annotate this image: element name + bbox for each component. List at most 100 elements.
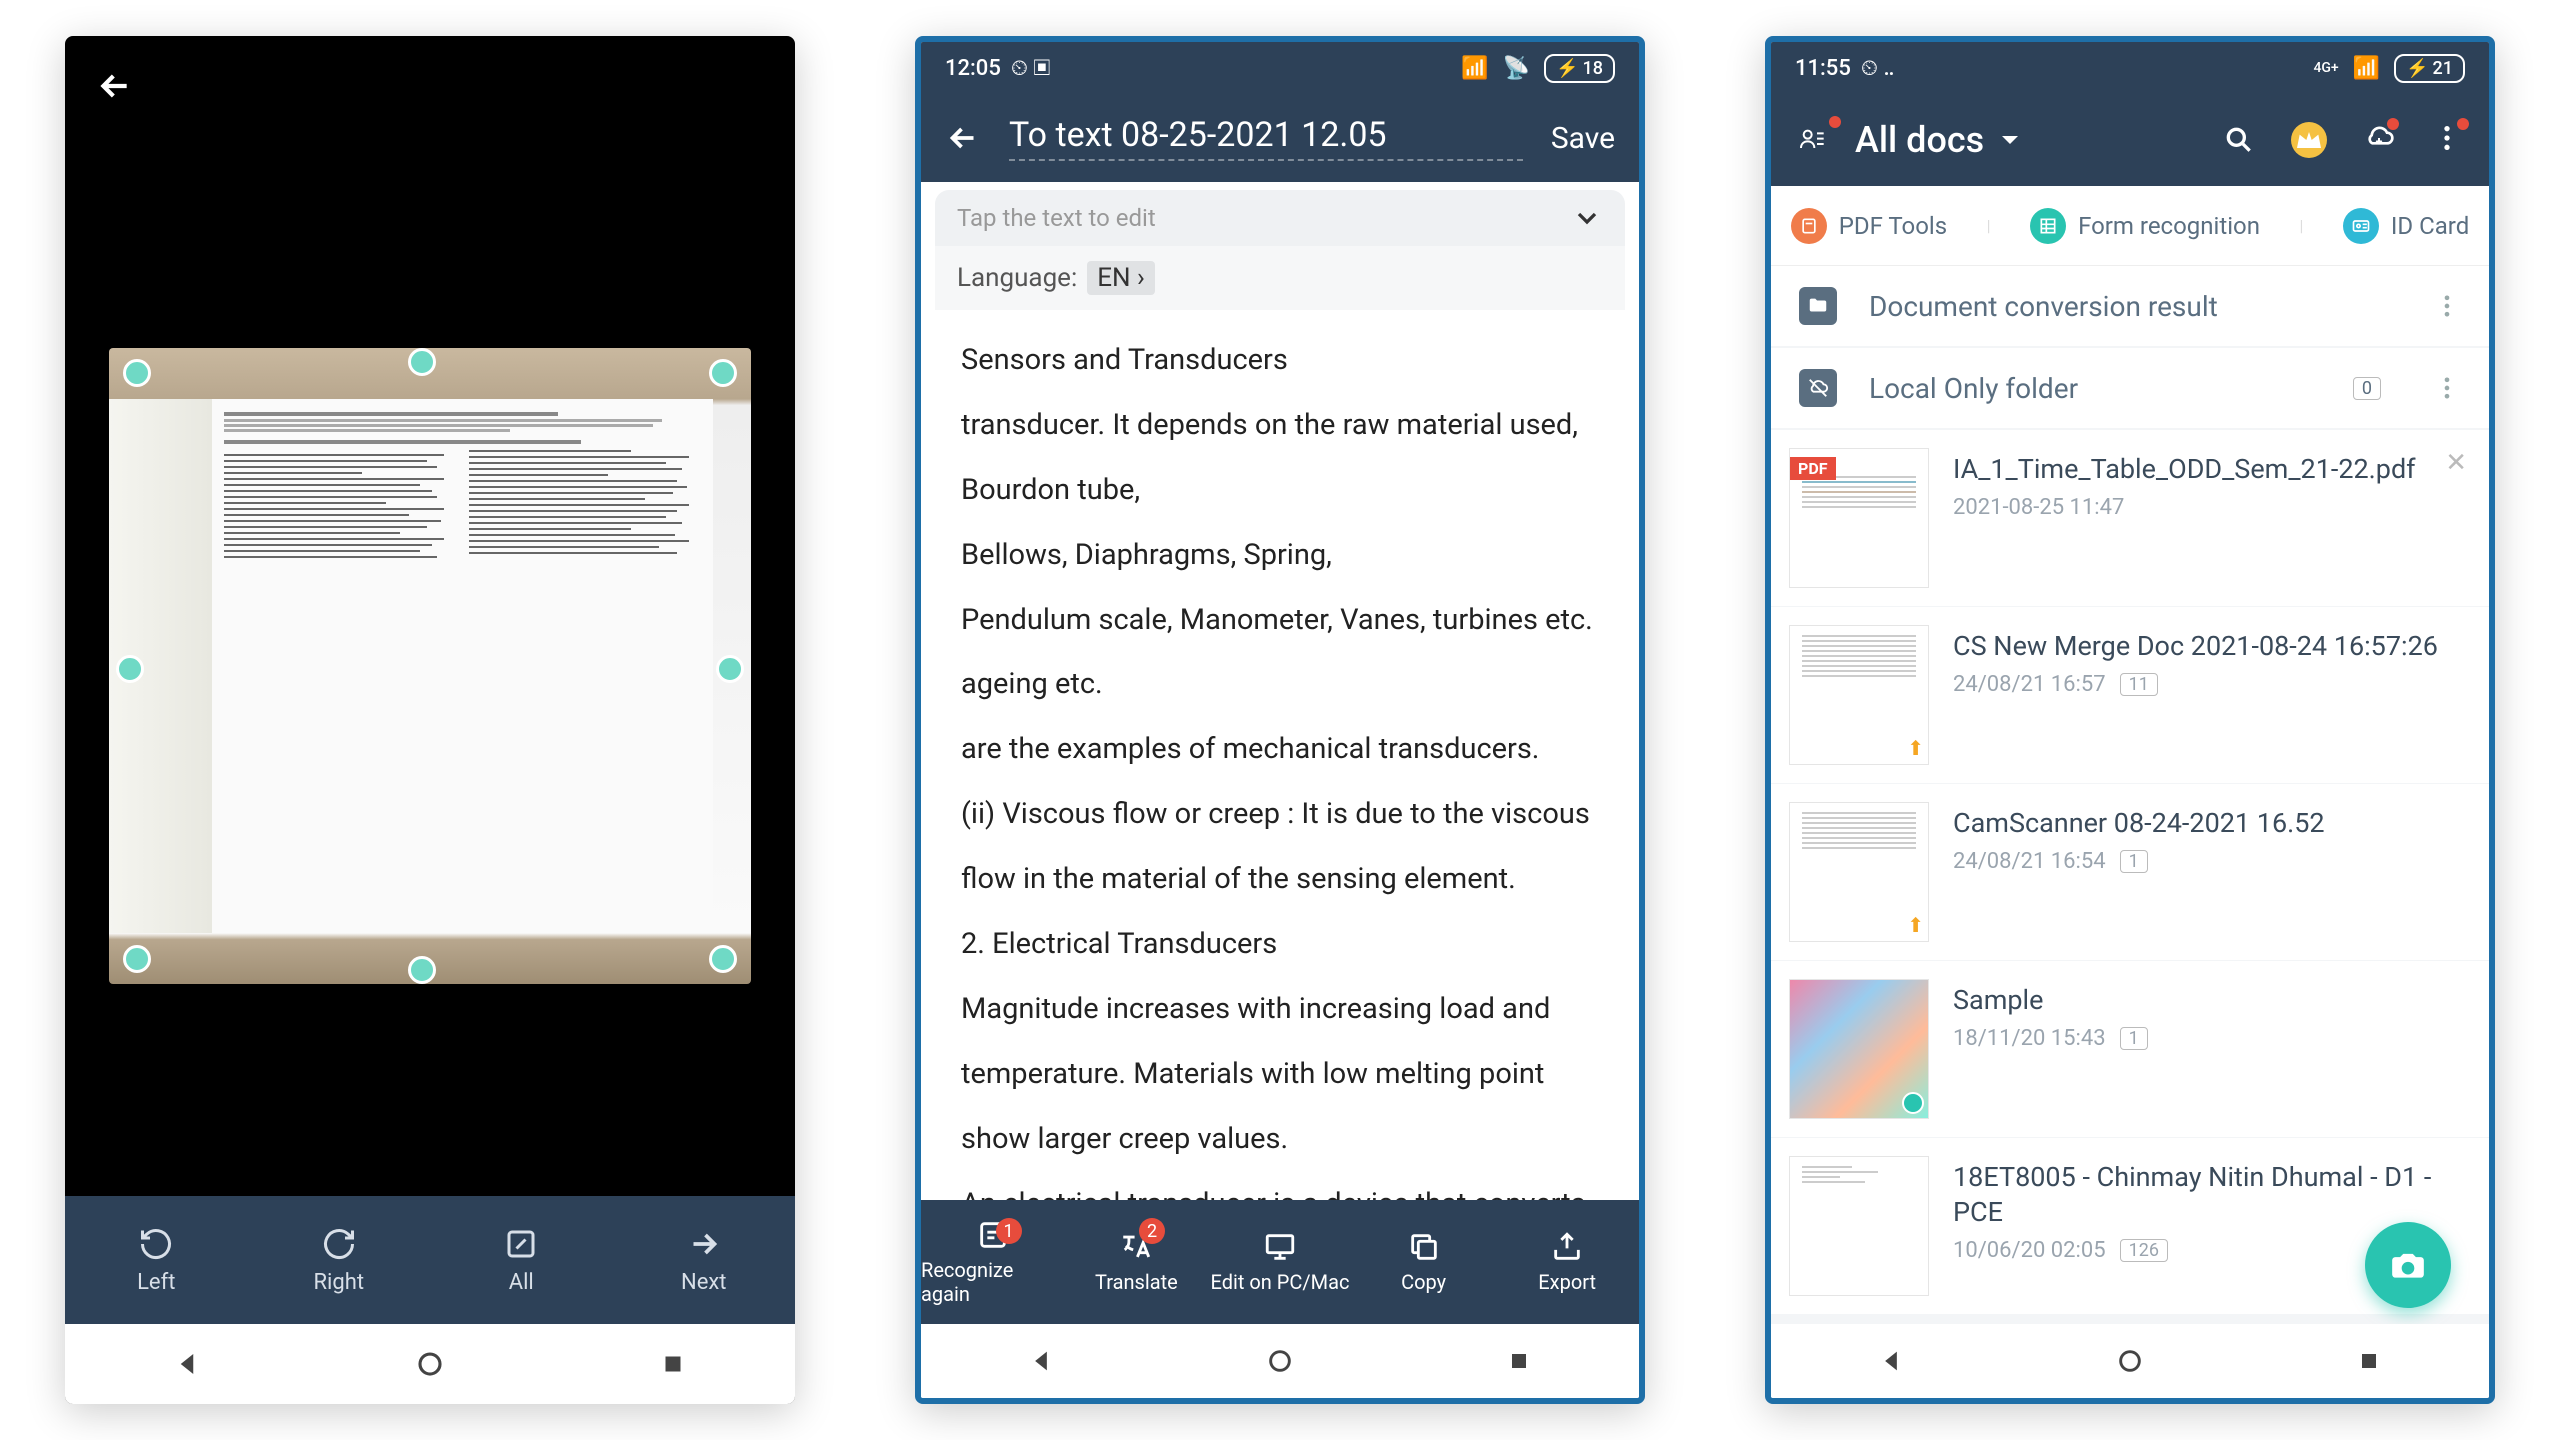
- doc-item[interactable]: ⬆ CamScanner 08-24-2021 16.52 24/08/21 1…: [1771, 784, 2489, 961]
- title-text: All docs: [1855, 119, 1984, 161]
- upload-icon: ⬆: [1907, 736, 1924, 760]
- folder-label: Local Only folder: [1869, 372, 2321, 405]
- crop-handle[interactable]: [709, 359, 737, 387]
- ocr-line: show larger creep values.: [961, 1109, 1599, 1170]
- crop-handle[interactable]: [123, 359, 151, 387]
- back-arrow-icon[interactable]: [945, 120, 981, 156]
- lang-code: EN: [1097, 263, 1130, 293]
- signal-icon: 📶: [1461, 56, 1488, 81]
- tap-hint-bar[interactable]: Tap the text to edit: [935, 190, 1625, 246]
- close-icon[interactable]: ✕: [2445, 448, 2467, 478]
- rotate-left-label: Left: [137, 1270, 175, 1295]
- separator: |: [1987, 216, 1991, 235]
- save-button[interactable]: Save: [1551, 121, 1615, 156]
- nav-recent-icon[interactable]: [2355, 1347, 2383, 1375]
- phone-crop-screen: Left Right All Next: [65, 36, 795, 1404]
- btn-label: Copy: [1401, 1270, 1446, 1294]
- pdf-tools-button[interactable]: PDF Tools: [1791, 208, 1947, 244]
- rotate-left-button[interactable]: Left: [65, 1196, 248, 1324]
- ocr-line: temperature. Materials with low melting …: [961, 1044, 1599, 1105]
- nav-recent-icon[interactable]: [1505, 1347, 1533, 1375]
- ocr-line: transducer. It depends on the raw materi…: [961, 395, 1599, 456]
- nav-back-icon[interactable]: [1027, 1347, 1055, 1375]
- caret-down-icon: [1994, 124, 2026, 156]
- doc-item[interactable]: Sample 18/11/20 15:431: [1771, 961, 2489, 1138]
- select-all-button[interactable]: All: [430, 1196, 613, 1324]
- language-selector[interactable]: Language: EN ›: [935, 246, 1625, 310]
- battery-indicator: ⚡ 18: [1544, 54, 1615, 83]
- rotate-right-button[interactable]: Right: [248, 1196, 431, 1324]
- crop-handle[interactable]: [709, 945, 737, 973]
- select-all-label: All: [509, 1270, 534, 1295]
- ocr-line: Pendulum scale, Manometer, Vanes, turbin…: [961, 590, 1599, 651]
- document-photo: [109, 348, 751, 984]
- search-icon[interactable]: [2223, 124, 2255, 156]
- ocr-line: are the examples of mechanical transduce…: [961, 719, 1599, 780]
- doc-title: 18ET8005 - Chinmay Nitin Dhumal - D1 - P…: [1953, 1160, 2471, 1230]
- rotate-right-label: Right: [313, 1270, 364, 1295]
- crop-header: [65, 36, 795, 136]
- nav-back-icon[interactable]: [1877, 1347, 1905, 1375]
- badge: 1: [996, 1218, 1022, 1244]
- copy-button[interactable]: Copy: [1352, 1200, 1496, 1324]
- folder-badge: 0: [2353, 377, 2381, 400]
- chevron-down-icon: [1571, 202, 1603, 234]
- camera-fab[interactable]: [2365, 1222, 2451, 1308]
- system-nav: [921, 1324, 1639, 1398]
- back-arrow-icon[interactable]: [95, 66, 135, 106]
- folder-local[interactable]: Local Only folder 0: [1771, 348, 2489, 430]
- upload-icon: ⬆: [1907, 913, 1924, 937]
- doc-item[interactable]: ⬆ CS New Merge Doc 2021-08-24 16:57:26 2…: [1771, 607, 2489, 784]
- doc-item[interactable]: PDF IA_1_Time_Table_ODD_Sem_21-22.pdf 20…: [1771, 430, 2489, 607]
- ocr-line: Bellows, Diaphragms, Spring,: [961, 525, 1599, 586]
- nav-home-icon[interactable]: [1266, 1347, 1294, 1375]
- crop-handle[interactable]: [408, 348, 436, 376]
- edit-pc-button[interactable]: Edit on PC/Mac: [1208, 1200, 1352, 1324]
- docs-title-dropdown[interactable]: All docs: [1855, 119, 2197, 161]
- ocr-line: 2. Electrical Transducers: [961, 914, 1599, 975]
- ocr-line: Sensors and Transducers: [961, 330, 1599, 391]
- page-count: 126: [2120, 1239, 2168, 1262]
- account-icon[interactable]: [1797, 124, 1829, 156]
- more-vert-icon[interactable]: [2433, 374, 2461, 402]
- nav-back-icon[interactable]: [172, 1349, 202, 1379]
- recognize-again-button[interactable]: 1 Recognize again: [921, 1200, 1065, 1324]
- ocr-title[interactable]: To text 08-25-2021 12.05: [1009, 115, 1523, 161]
- system-nav: [65, 1324, 795, 1404]
- ocr-text-area[interactable]: Sensors and Transducers transducer. It d…: [935, 310, 1625, 1200]
- nav-home-icon[interactable]: [2116, 1347, 2144, 1375]
- wifi-icon: 📡: [1503, 56, 1530, 81]
- id-card-button[interactable]: ID Card: [2343, 208, 2469, 244]
- tool-label: ID Card: [2391, 212, 2469, 240]
- premium-icon[interactable]: [2291, 122, 2327, 158]
- crop-canvas[interactable]: [65, 136, 795, 1196]
- doc-title: CS New Merge Doc 2021-08-24 16:57:26: [1953, 629, 2471, 664]
- translate-button[interactable]: 2 Translate: [1065, 1200, 1209, 1324]
- btn-label: Recognize again: [921, 1258, 1065, 1306]
- crop-toolbar: Left Right All Next: [65, 1196, 795, 1324]
- doc-thumb: [1789, 1156, 1929, 1296]
- doc-title: Sample: [1953, 983, 2471, 1018]
- nav-recent-icon[interactable]: [658, 1349, 688, 1379]
- phone-ocr-screen: 12:05 ⏲ ▣ 📶 📡 ⚡ 18 To text 08-25-2021 12…: [915, 36, 1645, 1404]
- tool-label: Form recognition: [2078, 212, 2260, 240]
- more-vert-icon[interactable]: [2433, 292, 2461, 320]
- next-button[interactable]: Next: [613, 1196, 796, 1324]
- doc-thumb: ⬆: [1789, 625, 1929, 765]
- folder-icon: [1799, 287, 1837, 325]
- docs-list[interactable]: PDF IA_1_Time_Table_ODD_Sem_21-22.pdf 20…: [1771, 430, 2489, 1324]
- ocr-line: Bourdon tube,: [961, 460, 1599, 521]
- doc-title: CamScanner 08-24-2021 16.52: [1953, 806, 2471, 841]
- doc-title: IA_1_Time_Table_ODD_Sem_21-22.pdf: [1953, 452, 2471, 487]
- page-count: 11: [2120, 673, 2158, 696]
- folder-conversion[interactable]: Document conversion result: [1771, 266, 2489, 348]
- docs-header: All docs: [1771, 94, 2489, 186]
- pdf-badge: PDF: [1790, 457, 1836, 480]
- form-recognition-button[interactable]: Form recognition: [2030, 208, 2260, 244]
- separator: |: [2299, 216, 2303, 235]
- export-button[interactable]: Export: [1495, 1200, 1639, 1324]
- crop-handle[interactable]: [408, 956, 436, 984]
- phone-docs-screen: 11:55 ⏲ ‥ 4G+ 📶 ⚡ 21 All docs: [1765, 36, 2495, 1404]
- ocr-line: (ii) Viscous flow or creep : It is due t…: [961, 784, 1599, 845]
- nav-home-icon[interactable]: [415, 1349, 445, 1379]
